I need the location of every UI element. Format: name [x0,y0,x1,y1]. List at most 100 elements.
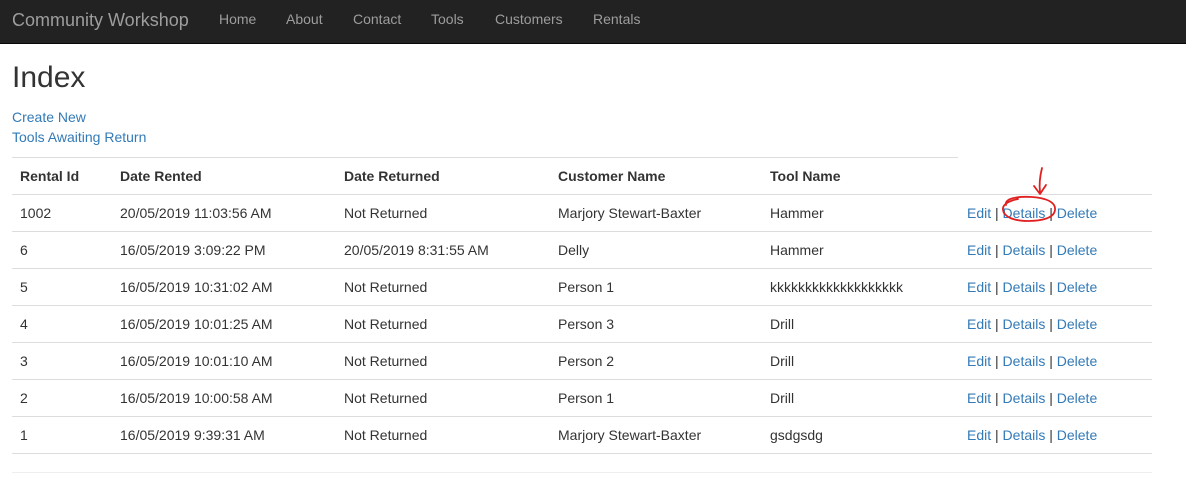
cell-tool-name: Drill [770,316,795,332]
nav-home[interactable]: Home [219,11,256,27]
details-link[interactable]: Details [1003,353,1046,369]
action-separator: | [1049,242,1057,258]
table-top-border [12,157,958,158]
nav-about[interactable]: About [286,11,323,27]
nav-rentals[interactable]: Rentals [593,11,640,27]
delete-link[interactable]: Delete [1057,279,1097,295]
details-link[interactable]: Details [1003,390,1046,406]
cell-customer-name: Marjory Stewart-Baxter [558,205,702,221]
cell-tool-name: Hammer [770,205,824,221]
cell-date-returned: Not Returned [344,279,428,295]
row-actions: Edit | Details | Delete [967,279,1097,295]
edit-link[interactable]: Edit [967,353,991,369]
action-separator: | [995,427,1003,443]
cell-date-returned: Not Returned [344,390,428,406]
edit-link[interactable]: Edit [967,427,991,443]
cell-rental-id: 3 [20,353,28,369]
action-separator: | [1049,205,1057,221]
create-new-link[interactable]: Create New [12,109,86,125]
brand-link[interactable]: Community Workshop [12,10,189,31]
edit-link[interactable]: Edit [967,242,991,258]
tools-awaiting-return-link[interactable]: Tools Awaiting Return [12,129,146,145]
cell-rental-id: 1002 [20,205,52,221]
action-separator: | [995,205,1003,221]
cell-date-returned: Not Returned [344,316,428,332]
row-actions: Edit | Details | Delete [967,353,1097,369]
details-link[interactable]: Details [1003,205,1046,221]
header-rental-id: Rental Id [20,168,80,184]
delete-link[interactable]: Delete [1057,205,1097,221]
top-navbar: Community Workshop Home About Contact To… [0,0,1186,44]
cell-date-returned: Not Returned [344,205,428,221]
delete-link[interactable]: Delete [1057,427,1097,443]
action-separator: | [995,390,1003,406]
cell-tool-name: Drill [770,353,795,369]
details-link[interactable]: Details [1003,279,1046,295]
edit-link[interactable]: Edit [967,390,991,406]
edit-link[interactable]: Edit [967,316,991,332]
cell-date-returned: 20/05/2019 8:31:55 AM [344,242,489,258]
cell-date-rented: 16/05/2019 10:31:02 AM [120,279,273,295]
edit-link[interactable]: Edit [967,205,991,221]
nav-tools[interactable]: Tools [431,11,464,27]
action-separator: | [995,242,1003,258]
cell-date-returned: Not Returned [344,353,428,369]
details-link[interactable]: Details [1003,242,1046,258]
cell-date-rented: 16/05/2019 9:39:31 AM [120,427,265,443]
cell-tool-name: Drill [770,390,795,406]
cell-customer-name: Person 3 [558,316,615,332]
delete-link[interactable]: Delete [1057,242,1097,258]
details-link[interactable]: Details [1003,427,1046,443]
edit-link[interactable]: Edit [967,279,991,295]
footer-divider [12,472,1152,473]
details-link[interactable]: Details [1003,316,1046,332]
row-actions: Edit | Details | Delete [967,427,1097,443]
cell-customer-name: Delly [558,242,590,258]
action-separator: | [995,316,1003,332]
row-actions: Edit | Details | Delete [967,316,1097,332]
cell-date-rented: 16/05/2019 10:01:10 AM [120,353,273,369]
action-separator: | [1049,353,1057,369]
cell-tool-name: gsdgsdg [770,427,823,443]
cell-date-rented: 16/05/2019 3:09:22 PM [120,242,266,258]
row-actions: Edit | Details | Delete [967,390,1097,406]
cell-customer-name: Person 2 [558,353,615,369]
nav-contact[interactable]: Contact [353,11,401,27]
table-row: 4 16/05/2019 10:01:25 AM Not Returned Pe… [12,305,1152,342]
table-row: 1 16/05/2019 9:39:31 AM Not Returned Mar… [12,416,1152,453]
cell-customer-name: Person 1 [558,279,615,295]
table-row: 1002 20/05/2019 11:03:56 AM Not Returned… [12,194,1152,231]
action-separator: | [1049,279,1057,295]
delete-link[interactable]: Delete [1057,353,1097,369]
action-separator: | [995,353,1003,369]
page-title: Index [12,61,86,94]
cell-tool-name: Hammer [770,242,824,258]
header-date-returned: Date Returned [344,168,440,184]
cell-tool-name: kkkkkkkkkkkkkkkkkkk [770,279,903,295]
table-row: 3 16/05/2019 10:01:10 AM Not Returned Pe… [12,342,1152,379]
cell-customer-name: Marjory Stewart-Baxter [558,427,702,443]
cell-rental-id: 1 [20,427,28,443]
cell-customer-name: Person 1 [558,390,615,406]
table-row: 2 16/05/2019 10:00:58 AM Not Returned Pe… [12,379,1152,416]
table-row: 5 16/05/2019 10:31:02 AM Not Returned Pe… [12,268,1152,305]
header-date-rented: Date Rented [120,168,202,184]
header-customer-name: Customer Name [558,168,666,184]
cell-rental-id: 5 [20,279,28,295]
header-tool-name: Tool Name [770,168,841,184]
cell-rental-id: 6 [20,242,28,258]
cell-rental-id: 4 [20,316,28,332]
action-separator: | [1049,316,1057,332]
table-row: 6 16/05/2019 3:09:22 PM 20/05/2019 8:31:… [12,231,1152,268]
cell-date-returned: Not Returned [344,427,428,443]
nav-customers[interactable]: Customers [495,11,563,27]
delete-link[interactable]: Delete [1057,316,1097,332]
cell-date-rented: 16/05/2019 10:01:25 AM [120,316,273,332]
row-actions: Edit | Details | Delete [967,242,1097,258]
action-separator: | [1049,427,1057,443]
cell-date-rented: 20/05/2019 11:03:56 AM [120,205,272,221]
cell-rental-id: 2 [20,390,28,406]
action-separator: | [995,279,1003,295]
delete-link[interactable]: Delete [1057,390,1097,406]
action-separator: | [1049,390,1057,406]
